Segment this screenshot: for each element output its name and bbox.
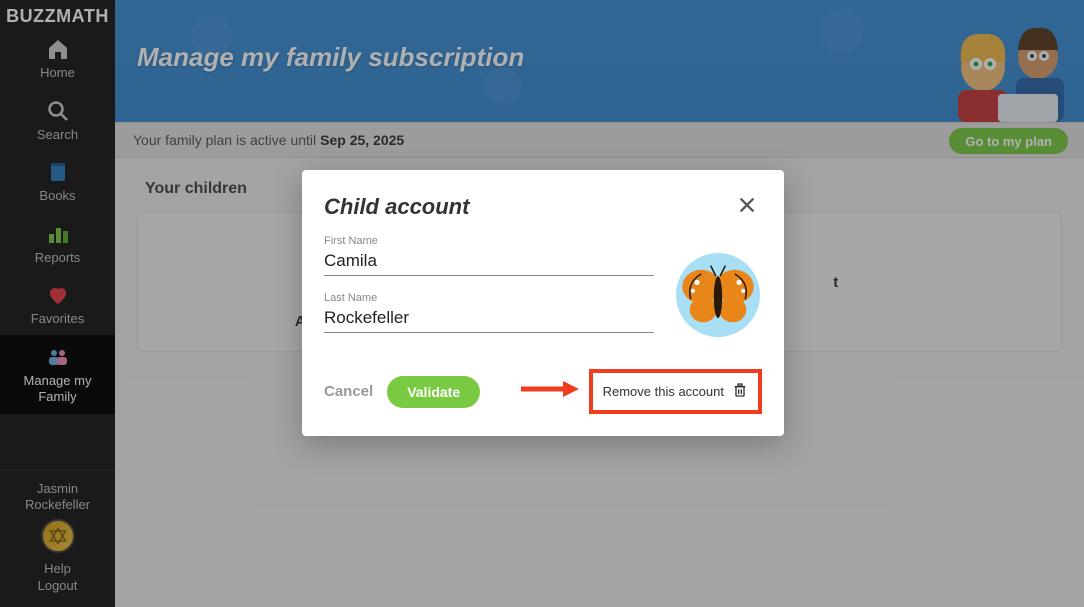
remove-account-label: Remove this account bbox=[603, 384, 724, 399]
first-name-label: First Name bbox=[324, 235, 654, 247]
last-name-label: Last Name bbox=[324, 292, 654, 304]
modal-body: First Name Last Name bbox=[324, 235, 762, 349]
close-icon bbox=[736, 204, 758, 219]
butterfly-icon bbox=[676, 253, 760, 337]
footer-spacer: Remove this account bbox=[494, 369, 762, 414]
trash-icon bbox=[732, 381, 748, 402]
close-button[interactable] bbox=[732, 190, 762, 223]
cancel-button[interactable]: Cancel bbox=[324, 383, 373, 400]
last-name-field-wrap: Last Name bbox=[324, 292, 654, 333]
last-name-input[interactable] bbox=[324, 306, 654, 333]
form-column: First Name Last Name bbox=[324, 235, 654, 349]
modal-header: Child account bbox=[324, 190, 762, 223]
first-name-input[interactable] bbox=[324, 249, 654, 276]
modal-footer: Cancel Validate Remove this account bbox=[324, 369, 762, 414]
annotation-arrow-icon bbox=[519, 379, 579, 404]
avatar-column bbox=[674, 235, 762, 349]
validate-button[interactable]: Validate bbox=[387, 376, 480, 408]
first-name-field-wrap: First Name bbox=[324, 235, 654, 276]
modal-title: Child account bbox=[324, 194, 469, 220]
child-avatar[interactable] bbox=[676, 253, 760, 337]
remove-account-button[interactable]: Remove this account bbox=[589, 369, 762, 414]
child-account-modal: Child account First Name Last Name bbox=[302, 170, 784, 436]
